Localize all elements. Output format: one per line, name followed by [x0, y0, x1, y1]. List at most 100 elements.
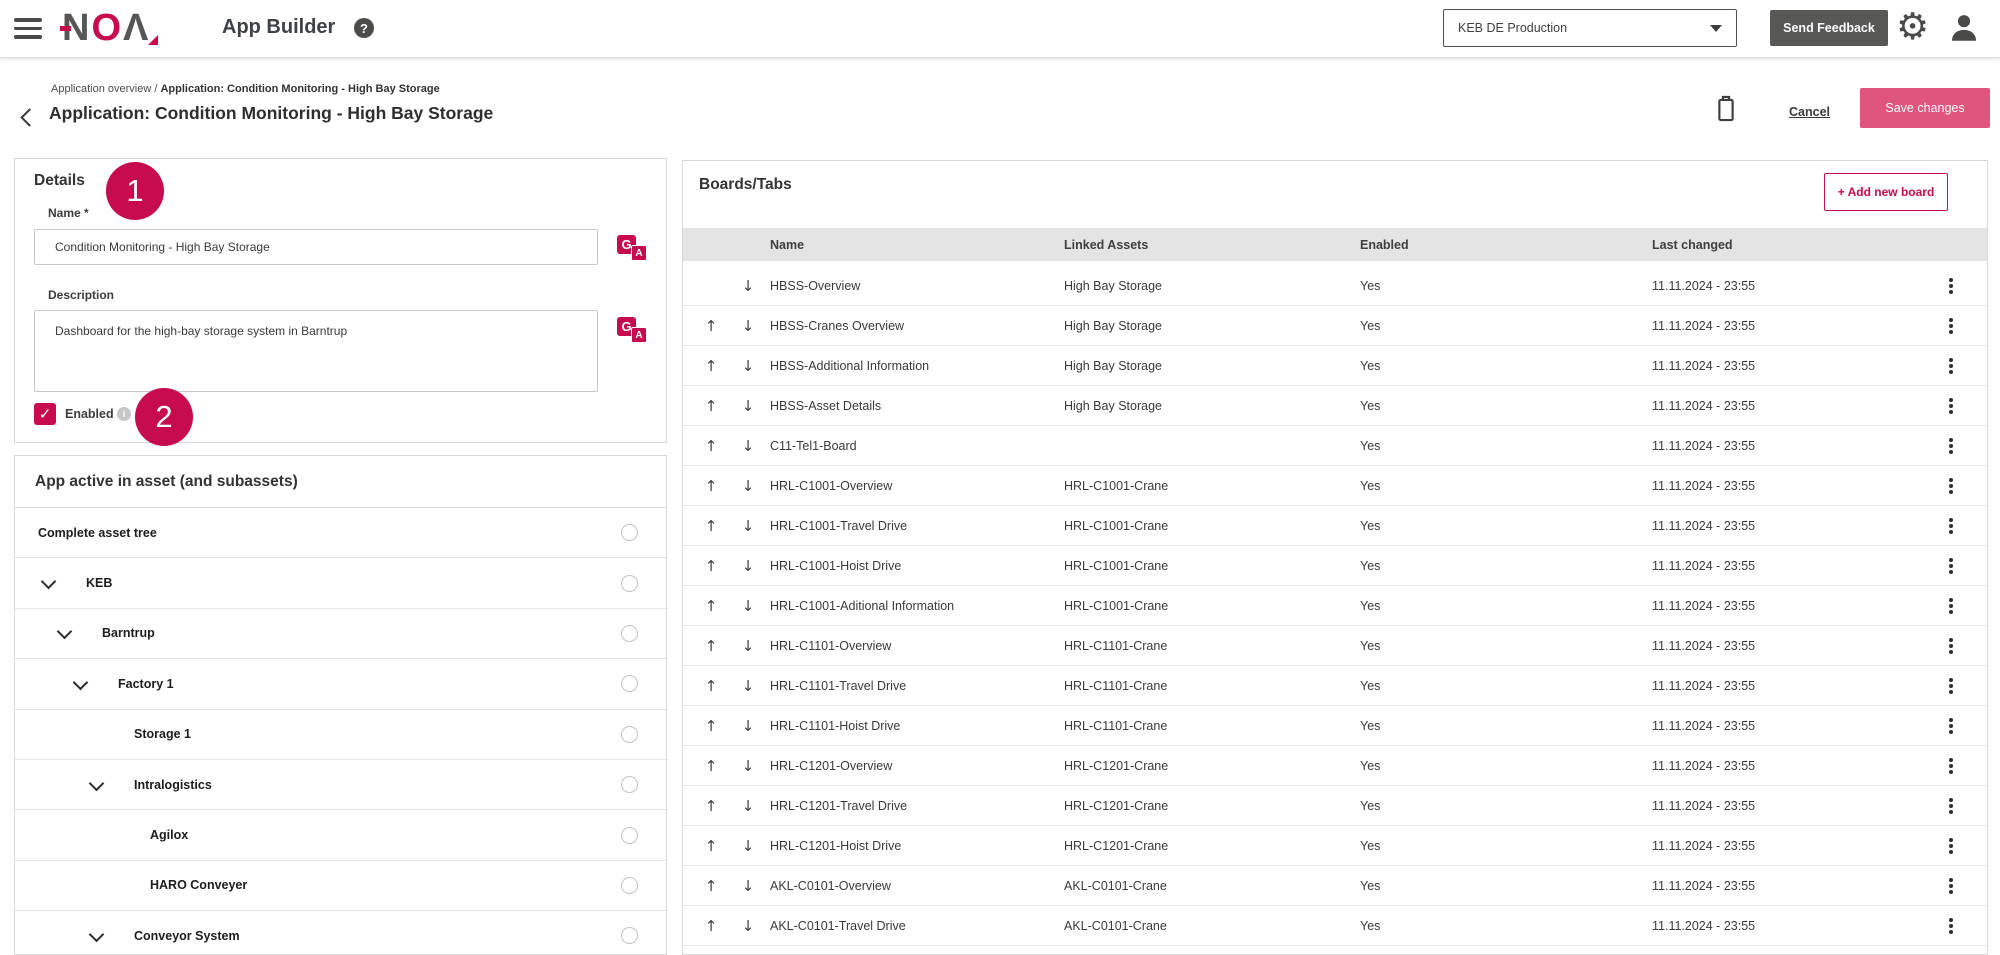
board-linked-assets-cell: HRL-C1201-Crane	[1064, 799, 1360, 813]
board-enabled-cell: Yes	[1360, 879, 1652, 893]
move-down-button[interactable]: ↓	[740, 677, 756, 695]
move-up-button[interactable]: ↑	[703, 317, 719, 335]
asset-radio-button[interactable]	[621, 776, 638, 793]
row-menu-kebab-icon[interactable]	[1949, 884, 1953, 888]
move-up-button[interactable]: ↑	[703, 437, 719, 455]
move-up-button[interactable]: ↑	[703, 677, 719, 695]
board-enabled-cell: Yes	[1360, 919, 1652, 933]
move-down-button[interactable]: ↓	[740, 277, 756, 295]
board-last-changed-cell: 11.11.2024 - 23:55	[1652, 879, 1921, 893]
move-down-button[interactable]: ↓	[740, 557, 756, 575]
cancel-button[interactable]: Cancel	[1789, 105, 1830, 119]
asset-radio-button[interactable]	[621, 675, 638, 692]
move-down-button[interactable]: ↓	[740, 757, 756, 775]
board-linked-assets-cell: HRL-C1201-Crane	[1064, 759, 1360, 773]
row-menu-kebab-icon[interactable]	[1949, 524, 1953, 528]
move-up-button[interactable]: ↑	[703, 557, 719, 575]
asset-tree-label: HARO Conveyer	[150, 878, 247, 892]
move-down-button[interactable]: ↓	[740, 837, 756, 855]
row-menu-kebab-icon[interactable]	[1949, 604, 1953, 608]
save-changes-button[interactable]: Save changes	[1860, 88, 1990, 128]
row-menu-kebab-icon[interactable]	[1949, 484, 1953, 488]
row-menu-kebab-icon[interactable]	[1949, 724, 1953, 728]
delete-application-button[interactable]	[1712, 94, 1742, 126]
move-down-button[interactable]: ↓	[740, 797, 756, 815]
board-table-row: ↑ ↓ AKL-C0101-Overview AKL-C0101-Crane Y…	[683, 866, 1987, 906]
chevron-down-icon[interactable]	[39, 573, 59, 593]
move-up-button[interactable]: ↑	[703, 757, 719, 775]
move-down-button[interactable]: ↓	[740, 877, 756, 895]
move-down-button[interactable]: ↓	[740, 917, 756, 935]
asset-radio-button[interactable]	[621, 726, 638, 743]
tenant-dropdown[interactable]: KEB DE Production	[1443, 9, 1737, 47]
description-field-label: Description	[48, 288, 114, 302]
board-last-changed-cell: 11.11.2024 - 23:55	[1652, 799, 1921, 813]
row-menu-kebab-icon[interactable]	[1949, 284, 1953, 288]
asset-radio-button[interactable]	[621, 524, 638, 541]
add-new-board-button[interactable]: + Add new board	[1824, 173, 1948, 211]
name-input[interactable]	[34, 229, 598, 265]
asset-tree-row: HARO Conveyer	[15, 861, 666, 911]
row-menu-kebab-icon[interactable]	[1949, 844, 1953, 848]
move-up-button[interactable]: ↑	[703, 797, 719, 815]
row-menu-kebab-icon[interactable]	[1949, 684, 1953, 688]
breadcrumb-root[interactable]: Application overview	[51, 83, 151, 95]
hamburger-menu-icon[interactable]	[14, 18, 42, 39]
move-down-button[interactable]: ↓	[740, 637, 756, 655]
move-up-button[interactable]: ↑	[703, 357, 719, 375]
row-menu-kebab-icon[interactable]	[1949, 404, 1953, 408]
move-up-button[interactable]: ↑	[703, 477, 719, 495]
move-down-button[interactable]: ↓	[740, 717, 756, 735]
row-menu-kebab-icon[interactable]	[1949, 444, 1953, 448]
help-icon[interactable]: ?	[354, 18, 374, 38]
translate-icon-t: A	[631, 245, 647, 261]
move-up-button[interactable]: ↑	[703, 397, 719, 415]
move-up-button[interactable]: ↑	[703, 717, 719, 735]
annotation-step-2: 2	[135, 388, 193, 446]
move-up-button[interactable]: ↑	[703, 597, 719, 615]
user-profile-icon[interactable]	[1946, 11, 1982, 50]
send-feedback-button[interactable]: Send Feedback	[1770, 10, 1888, 46]
translate-icon[interactable]: G A	[617, 317, 647, 343]
move-down-button[interactable]: ↓	[740, 357, 756, 375]
chevron-down-icon[interactable]	[71, 674, 91, 694]
move-up-button[interactable]: ↑	[703, 517, 719, 535]
asset-radio-button[interactable]	[621, 575, 638, 592]
move-down-button[interactable]: ↓	[740, 517, 756, 535]
enabled-checkbox[interactable]: ✓	[34, 403, 56, 425]
row-menu-kebab-icon[interactable]	[1949, 644, 1953, 648]
chevron-down-icon[interactable]	[87, 926, 107, 946]
translate-icon[interactable]: G A	[617, 235, 647, 261]
asset-radio-button[interactable]	[621, 827, 638, 844]
board-table-row: ↑ ↓ HRL-C1001-Travel Drive HRL-C1001-Cra…	[683, 506, 1987, 546]
row-menu-kebab-icon[interactable]	[1949, 364, 1953, 368]
asset-radio-button[interactable]	[621, 877, 638, 894]
move-down-button[interactable]: ↓	[740, 317, 756, 335]
move-up-button[interactable]: ↑	[703, 837, 719, 855]
move-down-button[interactable]: ↓	[740, 397, 756, 415]
asset-tree-panel: App active in asset (and subassets) Comp…	[14, 455, 667, 955]
description-input[interactable]: Dashboard for the high-bay storage syste…	[34, 310, 598, 392]
move-up-button[interactable]: ↑	[703, 917, 719, 935]
row-menu-kebab-icon[interactable]	[1949, 324, 1953, 328]
move-down-button[interactable]: ↓	[740, 437, 756, 455]
move-down-button[interactable]: ↓	[740, 477, 756, 495]
asset-radio-button[interactable]	[621, 625, 638, 642]
row-menu-kebab-icon[interactable]	[1949, 924, 1953, 928]
move-down-button[interactable]: ↓	[740, 597, 756, 615]
chevron-down-icon[interactable]	[55, 623, 75, 643]
row-menu-kebab-icon[interactable]	[1949, 564, 1953, 568]
asset-tree-row: Complete asset tree	[15, 508, 666, 558]
board-enabled-cell: Yes	[1360, 319, 1652, 333]
move-up-button[interactable]: ↑	[703, 637, 719, 655]
row-menu-kebab-icon[interactable]	[1949, 764, 1953, 768]
move-up-button[interactable]: ↑	[703, 877, 719, 895]
gear-icon[interactable]: ⚙	[1896, 5, 1929, 49]
chevron-down-icon[interactable]	[87, 775, 107, 795]
asset-radio-button[interactable]	[621, 927, 638, 944]
row-menu-kebab-icon[interactable]	[1949, 804, 1953, 808]
back-button[interactable]	[17, 108, 37, 128]
enabled-column-header: Enabled	[1360, 238, 1652, 252]
board-enabled-cell: Yes	[1360, 439, 1652, 453]
asset-tree-row: Agilox	[15, 810, 666, 860]
